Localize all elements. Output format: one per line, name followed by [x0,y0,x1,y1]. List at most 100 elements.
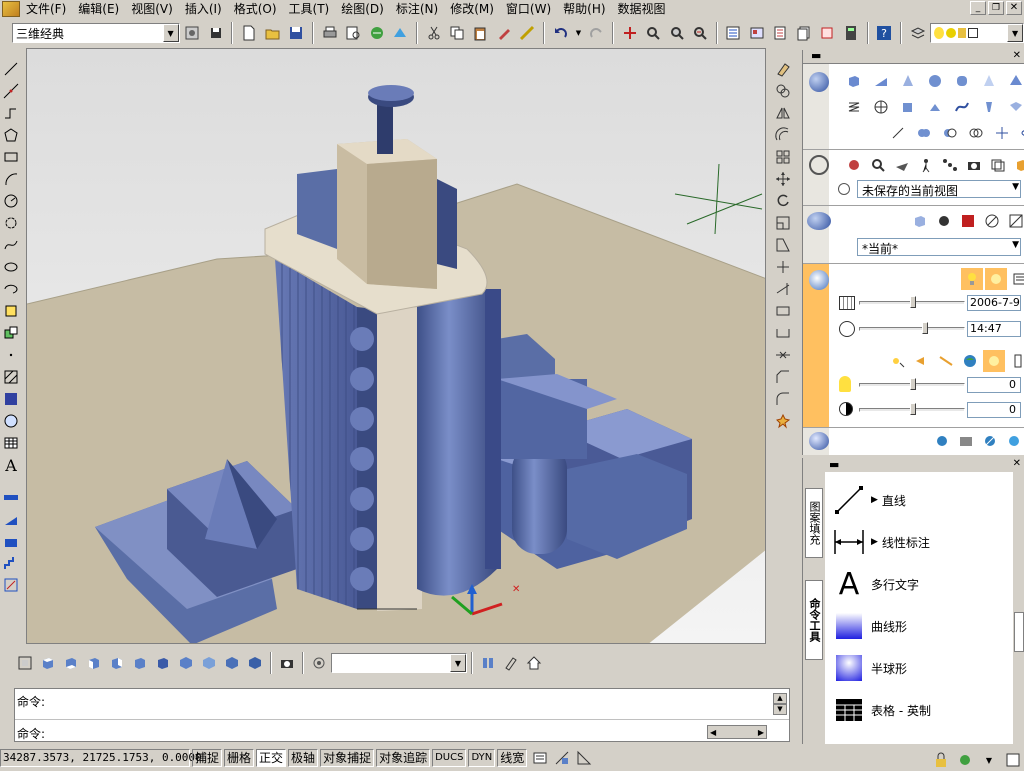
explode-icon[interactable] [772,410,794,432]
command-hscroll[interactable]: ◀ ▶ [707,725,767,739]
triangle-icon[interactable] [573,747,595,769]
polygon-icon[interactable] [0,124,22,146]
copy-icon[interactable] [446,22,467,44]
offset-icon[interactable] [772,124,794,146]
subtract-icon[interactable] [939,122,961,144]
workspace-combo[interactable]: 三维经典 ▼ [12,23,180,43]
cut-icon[interactable] [423,22,444,44]
contrast-field[interactable]: 0 [967,402,1021,418]
spline-icon[interactable] [0,234,22,256]
tool-palettes-icon[interactable] [770,22,791,44]
time-slider-thumb[interactable] [922,322,928,334]
collapse-icon[interactable]: ▬ [811,50,821,62]
sheet-set-icon[interactable] [793,22,814,44]
walk-icon[interactable] [915,154,937,176]
grid-toggle[interactable]: 栅格 [224,749,255,767]
menu-format[interactable]: 格式(O) [228,0,283,18]
view-combo[interactable]: 未保存的当前视图 ▼ [838,180,1021,198]
3d-make-icon[interactable] [809,72,829,92]
date-slider-thumb[interactable] [910,296,916,308]
menu-file[interactable]: 文件(F) [20,0,72,18]
command-scrollbar[interactable]: ▲ ▼ [773,693,787,715]
right-view-icon[interactable] [106,652,128,674]
light-list-icon[interactable] [1009,268,1024,290]
union-icon[interactable] [913,122,935,144]
open-icon[interactable] [262,22,283,44]
named-views-icon[interactable] [14,652,36,674]
menu-modify[interactable]: 修改(M) [444,0,500,18]
intersect-icon[interactable] [965,122,987,144]
tab-command-tools[interactable]: 命令工具 [805,580,823,660]
close-button[interactable]: ✕ [1006,1,1022,15]
material-attach-icon[interactable] [979,430,1001,452]
slice-icon[interactable] [887,122,909,144]
measure-icon[interactable] [0,574,22,596]
chevron-down-icon[interactable]: ▼ [1007,24,1024,42]
calculator-icon[interactable] [840,22,861,44]
polar-toggle[interactable]: 极轴 [288,749,319,767]
zoom-realtime-icon[interactable] [642,22,663,44]
extend-icon[interactable] [772,278,794,300]
zoom-previous-icon[interactable] [689,22,710,44]
sheet-icon[interactable] [477,652,499,674]
palette-item-line[interactable]: ▶ 直线 [829,480,906,520]
3d-rotate-icon[interactable] [1017,122,1024,144]
top-view-icon[interactable] [37,652,59,674]
break-icon[interactable] [772,322,794,344]
ortho-toggle[interactable]: 正交 [256,749,287,767]
point-icon[interactable] [0,344,22,366]
markup-icon[interactable] [817,22,838,44]
layout-icon[interactable] [551,747,573,769]
command-prompt[interactable]: 命令: [17,725,45,742]
material-render-icon[interactable] [1003,430,1024,452]
time-slider[interactable] [859,322,965,334]
polyline-icon[interactable] [0,102,22,124]
menu-dimension[interactable]: 标注(N) [390,0,444,18]
3d-move-icon[interactable] [991,122,1013,144]
ucs-combo[interactable]: ▼ [331,653,467,673]
hatch-icon[interactable] [0,366,22,388]
material-map-icon[interactable] [955,430,977,452]
undo-icon[interactable] [550,22,571,44]
brightness-slider-thumb[interactable] [910,378,916,390]
menu-view[interactable]: 视图(V) [125,0,179,18]
palette-scrollbar[interactable] [1013,472,1024,744]
front-view-icon[interactable] [129,652,151,674]
bottom-view-icon[interactable] [60,652,82,674]
realistic-style-icon[interactable] [957,210,979,232]
brightness-field[interactable]: 0 [967,377,1021,393]
cone-solid-icon[interactable] [897,70,919,92]
date-slider[interactable] [859,296,965,308]
pan-icon[interactable] [619,22,640,44]
menu-edit[interactable]: 编辑(E) [72,0,125,18]
print-icon[interactable] [319,22,340,44]
visual-style-icon[interactable] [807,212,831,230]
new-icon[interactable] [238,22,259,44]
edge-style-icon[interactable] [1005,210,1024,232]
gradient-icon[interactable] [0,388,22,410]
undo-dropdown-icon[interactable]: ▼ [574,22,584,44]
menu-tools[interactable]: 工具(T) [283,0,336,18]
orbit-icon[interactable] [843,154,865,176]
move-icon[interactable] [772,168,794,190]
revision-cloud-icon[interactable] [0,212,22,234]
sphere-solid-icon[interactable] [924,70,946,92]
wedge-solid-icon[interactable] [870,70,892,92]
layers-icon[interactable] [907,22,928,44]
lineweight-toggle[interactable]: 线宽 [497,749,528,767]
stretch-icon[interactable] [772,234,794,256]
contrast-slider-thumb[interactable] [910,403,916,415]
brightness-slider[interactable] [859,378,965,390]
contrast-slider[interactable] [859,403,965,415]
view-cube-icon[interactable] [1011,154,1024,176]
ruler-icon[interactable] [0,486,22,508]
pyramid-solid-icon[interactable] [1005,70,1024,92]
rotate-icon[interactable] [772,190,794,212]
palette-close-icon[interactable]: ✕ [1013,458,1021,469]
edit-icon[interactable] [500,652,522,674]
distant-light-icon[interactable] [935,350,957,372]
coordinates-readout[interactable]: 34287.3573, 21725.1753, 0.0000 [0,749,202,767]
erase-icon[interactable] [772,58,794,80]
ellipse-arc-icon[interactable] [0,278,22,300]
palette-item-table[interactable]: 表格 - 英制 [829,690,931,730]
